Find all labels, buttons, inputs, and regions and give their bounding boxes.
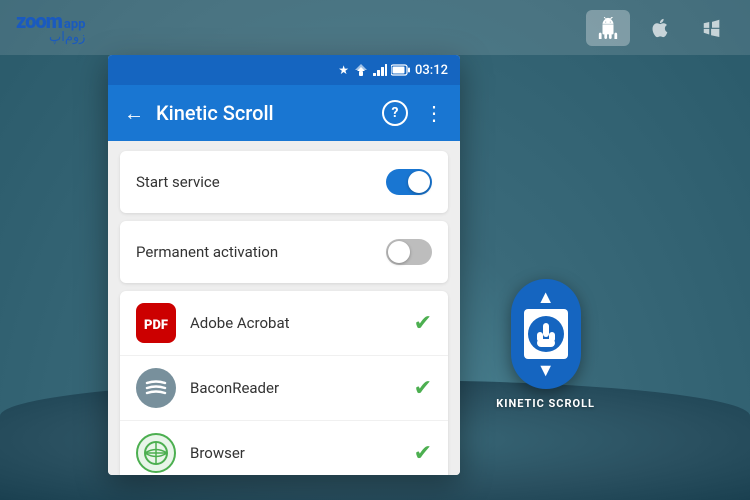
star-icon: ★ <box>338 63 349 77</box>
kinetic-scroll-box[interactable]: ▲ ▼ <box>511 279 581 389</box>
up-arrow-icon: ▲ <box>537 287 555 308</box>
kinetic-hand-display <box>524 309 568 359</box>
bacon-reader-check: ✔ <box>414 376 432 401</box>
top-bar: zoomapp زوم‌اپ <box>0 0 750 55</box>
menu-icon[interactable]: ⋮ <box>424 101 444 125</box>
bacon-reader-icon <box>136 368 176 408</box>
app-list: PDF Adobe Acrobat ✔ BaconReader ✔ <box>120 291 448 475</box>
logo-arabic: زوم‌اپ <box>16 31 85 44</box>
permanent-activation-toggle[interactable] <box>386 239 432 265</box>
kinetic-label: KINETIC SCROLL <box>496 397 595 410</box>
adobe-acrobat-name: Adobe Acrobat <box>190 314 400 332</box>
list-item: BaconReader ✔ <box>120 356 448 421</box>
permanent-activation-label: Permanent activation <box>136 243 278 261</box>
svg-text:PDF: PDF <box>144 318 168 333</box>
start-service-toggle[interactable] <box>386 169 432 195</box>
phone-mockup: ★ 03:12 ← Kinetic Scroll ? ⋮ Start servi… <box>108 55 460 475</box>
start-service-label: Start service <box>136 173 220 191</box>
windows-platform-btn[interactable] <box>690 10 734 46</box>
toggle-knob-on <box>408 171 430 193</box>
browser-check: ✔ <box>414 441 432 466</box>
browser-name: Browser <box>190 444 400 462</box>
start-service-row: Start service <box>120 151 448 213</box>
time-display: 03:12 <box>415 63 448 78</box>
bacon-reader-name: BaconReader <box>190 379 400 397</box>
down-arrow-icon: ▼ <box>537 360 555 381</box>
adobe-acrobat-icon: PDF <box>136 303 176 343</box>
status-icons: ★ 03:12 <box>338 63 448 78</box>
toggle-knob-off <box>388 241 410 263</box>
permanent-activation-row: Permanent activation <box>120 221 448 283</box>
logo-wrapper: zoomapp زوم‌اپ <box>16 11 85 44</box>
kinetic-widget: ▲ ▼ KINETIC SCROLL <box>496 279 595 410</box>
back-button[interactable]: ← <box>124 101 144 126</box>
status-bar: ★ 03:12 <box>108 55 460 85</box>
android-platform-btn[interactable] <box>586 10 630 46</box>
help-icon[interactable]: ? <box>382 100 408 126</box>
header-icons: ? ⋮ <box>382 100 444 126</box>
content-area: Start service Permanent activation PDF A… <box>108 141 460 475</box>
browser-icon <box>136 433 176 473</box>
apple-platform-btn[interactable] <box>638 10 682 46</box>
adobe-acrobat-check: ✔ <box>414 311 432 336</box>
app-title: Kinetic Scroll <box>156 101 370 125</box>
logo-zoom: zoom <box>16 11 62 31</box>
platform-icons <box>586 10 734 46</box>
list-item: Browser ✔ <box>120 421 448 475</box>
logo-area: zoomapp زوم‌اپ <box>16 11 85 44</box>
list-item: PDF Adobe Acrobat ✔ <box>120 291 448 356</box>
app-header: ← Kinetic Scroll ? ⋮ <box>108 85 460 141</box>
